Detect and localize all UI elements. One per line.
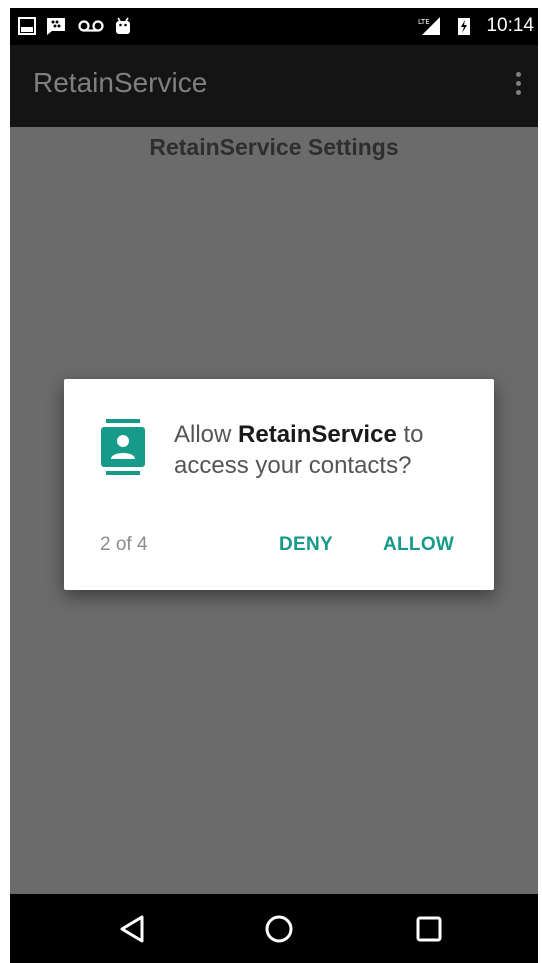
device-screen: LTE 10:14 RetainService RetainService Se… — [10, 8, 538, 963]
app-bar: RetainService — [10, 45, 538, 127]
status-time: 10:14 — [486, 15, 534, 36]
android-icon — [116, 17, 130, 34]
permission-dialog: Allow RetainService to access your conta… — [64, 379, 494, 590]
overflow-menu-icon[interactable] — [508, 69, 528, 103]
app-title: RetainService — [33, 67, 208, 98]
gallery-icon — [18, 17, 36, 35]
permission-counter: 2 of 4 — [100, 534, 148, 555]
message-app-name: RetainService — [238, 421, 397, 448]
back-icon[interactable] — [108, 904, 158, 954]
recents-icon[interactable] — [404, 904, 454, 954]
svg-text:LTE: LTE — [418, 18, 430, 26]
dialog-message: Allow RetainService to access your conta… — [174, 419, 474, 481]
message-prefix: Allow — [174, 421, 239, 448]
navigation-bar — [10, 894, 538, 963]
battery-charging-icon — [458, 18, 470, 35]
home-icon[interactable] — [254, 904, 304, 954]
status-bar: LTE 10:14 — [10, 8, 538, 45]
settings-heading: RetainService Settings — [149, 134, 399, 160]
deny-button[interactable]: DENY — [279, 534, 333, 556]
signal-icon: LTE — [418, 17, 440, 35]
contacts-icon — [101, 419, 145, 475]
voicemail-icon — [78, 20, 104, 32]
blackberry-messenger-icon — [47, 18, 65, 35]
allow-button[interactable]: ALLOW — [383, 534, 454, 556]
